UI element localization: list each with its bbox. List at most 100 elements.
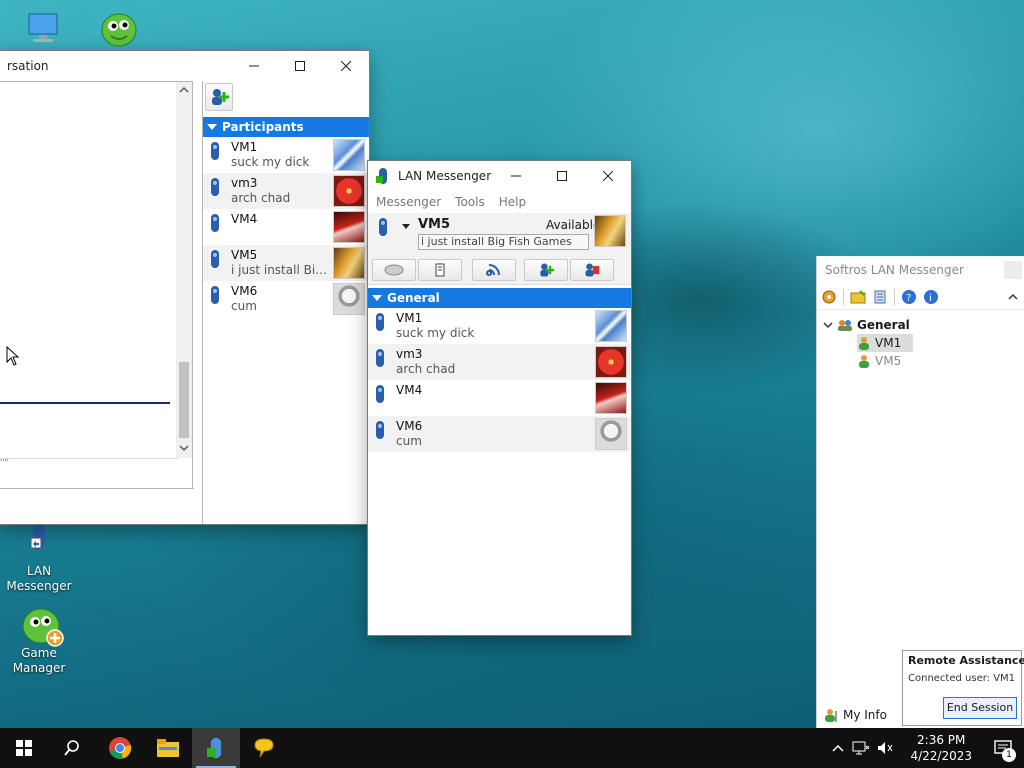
lan-messenger-window[interactable]: LAN Messenger Messenger Tools Help VM5 A… xyxy=(367,160,632,636)
splitter-grip[interactable]: '''' xyxy=(0,458,178,467)
scroll-up-icon[interactable] xyxy=(179,86,189,94)
game-manager-icon xyxy=(19,604,64,647)
status-available-icon xyxy=(211,286,219,304)
tree-group-general[interactable]: General xyxy=(823,316,1024,334)
list-item[interactable]: vm3 arch chad xyxy=(368,344,631,380)
list-item[interactable]: VM6 cum xyxy=(203,281,369,317)
maximize-button[interactable] xyxy=(277,51,323,81)
desktop-icon-lan-messenger[interactable]: LAN Messenger xyxy=(4,522,74,594)
clock[interactable]: 2:36 PM 4/22/2023 xyxy=(900,732,982,764)
taskbar-chrome[interactable] xyxy=(96,728,144,768)
minimize-button[interactable] xyxy=(231,51,277,81)
maximize-button[interactable] xyxy=(539,161,585,191)
taskbar-softros[interactable] xyxy=(240,728,288,768)
tree-user-vm1[interactable]: VM1 xyxy=(857,334,913,352)
minimize-button[interactable] xyxy=(493,161,539,191)
group-header-general[interactable]: General xyxy=(368,288,631,308)
clock-date: 4/22/2023 xyxy=(910,749,972,763)
close-button[interactable] xyxy=(323,51,369,81)
list-item[interactable]: VM4 xyxy=(368,380,631,416)
close-button[interactable] xyxy=(585,161,631,191)
user-status[interactable]: Available xyxy=(546,218,600,232)
add-contact-button[interactable] xyxy=(524,259,568,281)
chevron-up-icon[interactable] xyxy=(832,744,844,752)
folder-icon[interactable] xyxy=(850,289,866,305)
volume-icon[interactable] xyxy=(876,740,894,756)
menu-help[interactable]: Help xyxy=(499,195,526,209)
chevron-up-icon[interactable] xyxy=(1008,293,1018,301)
status-available-icon xyxy=(376,385,384,403)
end-session-button[interactable]: End Session xyxy=(943,697,1017,719)
menu-tools[interactable]: Tools xyxy=(455,195,485,209)
transfer-button[interactable] xyxy=(418,259,462,281)
desktop-icon-game-manager[interactable]: Game Manager xyxy=(4,604,74,676)
contact-note: suck my dick xyxy=(231,155,310,169)
history-icon[interactable] xyxy=(872,289,888,305)
search-button[interactable] xyxy=(48,728,96,768)
message-input[interactable] xyxy=(0,488,194,522)
broadcast-icon xyxy=(384,264,404,276)
list-item[interactable]: VM5 i just install Big F... xyxy=(203,245,369,281)
contact-note: cum xyxy=(396,434,422,448)
add-participant-button[interactable] xyxy=(205,83,233,111)
collapse-triangle-icon xyxy=(372,295,382,301)
svg-text:i: i xyxy=(929,293,932,304)
list-item[interactable]: VM6 cum xyxy=(368,416,631,452)
add-user-icon xyxy=(212,89,229,105)
svg-text:?: ? xyxy=(906,293,911,304)
desktop-icon-fish[interactable] xyxy=(82,6,152,48)
conversation-titlebar[interactable]: rsation xyxy=(0,51,369,81)
contact-list: VM1 suck my dick vm3 arch chad VM4 VM6 cum xyxy=(368,308,631,452)
avatar xyxy=(333,247,365,279)
start-button[interactable] xyxy=(0,728,48,768)
desktop-icon-this-pc[interactable] xyxy=(8,8,78,48)
group-header-label: General xyxy=(387,291,440,305)
taskbar-lan-messenger[interactable] xyxy=(192,728,240,768)
scroll-down-icon[interactable] xyxy=(179,444,189,452)
broadcast-button[interactable] xyxy=(372,259,416,281)
remote-assistance-panel: Remote Assistance Connected user: VM1 En… xyxy=(902,650,1024,726)
my-info-button[interactable]: My Info xyxy=(823,706,887,724)
list-item[interactable]: VM1 suck my dick xyxy=(203,137,369,173)
info-icon[interactable]: i xyxy=(923,289,939,305)
desktop-icon-label: Game Manager xyxy=(12,646,66,675)
status-available-icon xyxy=(376,421,384,439)
softros-close-button[interactable] xyxy=(1004,261,1022,279)
network-icon[interactable] xyxy=(852,740,870,756)
my-info-icon xyxy=(825,709,837,722)
chat-bubble-icon xyxy=(254,738,274,758)
status-available-icon xyxy=(211,178,219,196)
user-avatar[interactable] xyxy=(594,215,626,247)
list-item[interactable]: vm3 arch chad xyxy=(203,173,369,209)
user-note-field[interactable]: i just install Big Fish Games xyxy=(418,234,589,250)
scroll-thumb[interactable] xyxy=(179,362,189,438)
gear-icon[interactable] xyxy=(821,289,837,305)
collapse-triangle-icon xyxy=(207,124,217,130)
list-item[interactable]: VM1 suck my dick xyxy=(368,308,631,344)
my-info-label: My Info xyxy=(843,708,887,722)
contact-name: VM4 xyxy=(396,383,423,397)
contact-name: VM6 xyxy=(231,284,258,298)
rss-button[interactable] xyxy=(472,259,516,281)
contact-name: vm3 xyxy=(396,347,423,361)
participants-header-label: Participants xyxy=(222,120,304,134)
chevron-down-icon[interactable] xyxy=(823,321,833,329)
conversation-window[interactable]: rsation '''' Participants VM1 suck my dic… xyxy=(0,50,370,525)
softros-titlebar[interactable]: Softros LAN Messenger xyxy=(817,256,1024,284)
softros-toolbar: ? i xyxy=(817,284,1024,310)
desktop-icon-label: LAN Messenger xyxy=(6,564,72,593)
list-item[interactable]: VM4 xyxy=(203,209,369,245)
lan-messenger-titlebar[interactable]: LAN Messenger xyxy=(368,161,631,191)
help-icon[interactable]: ? xyxy=(901,289,917,305)
group-button[interactable] xyxy=(570,259,614,281)
status-available-icon[interactable] xyxy=(378,217,388,237)
tree-user-vm5[interactable]: VM5 xyxy=(857,352,1024,370)
status-dropdown-icon[interactable] xyxy=(402,224,410,230)
notification-button[interactable]: 1 xyxy=(982,728,1024,768)
history-scrollbar[interactable] xyxy=(176,82,192,458)
menu-messenger[interactable]: Messenger xyxy=(376,195,441,209)
status-available-icon xyxy=(211,142,219,160)
taskbar-file-explorer[interactable] xyxy=(144,728,192,768)
message-history[interactable]: '''' xyxy=(0,81,194,522)
participants-header[interactable]: Participants xyxy=(203,117,369,137)
